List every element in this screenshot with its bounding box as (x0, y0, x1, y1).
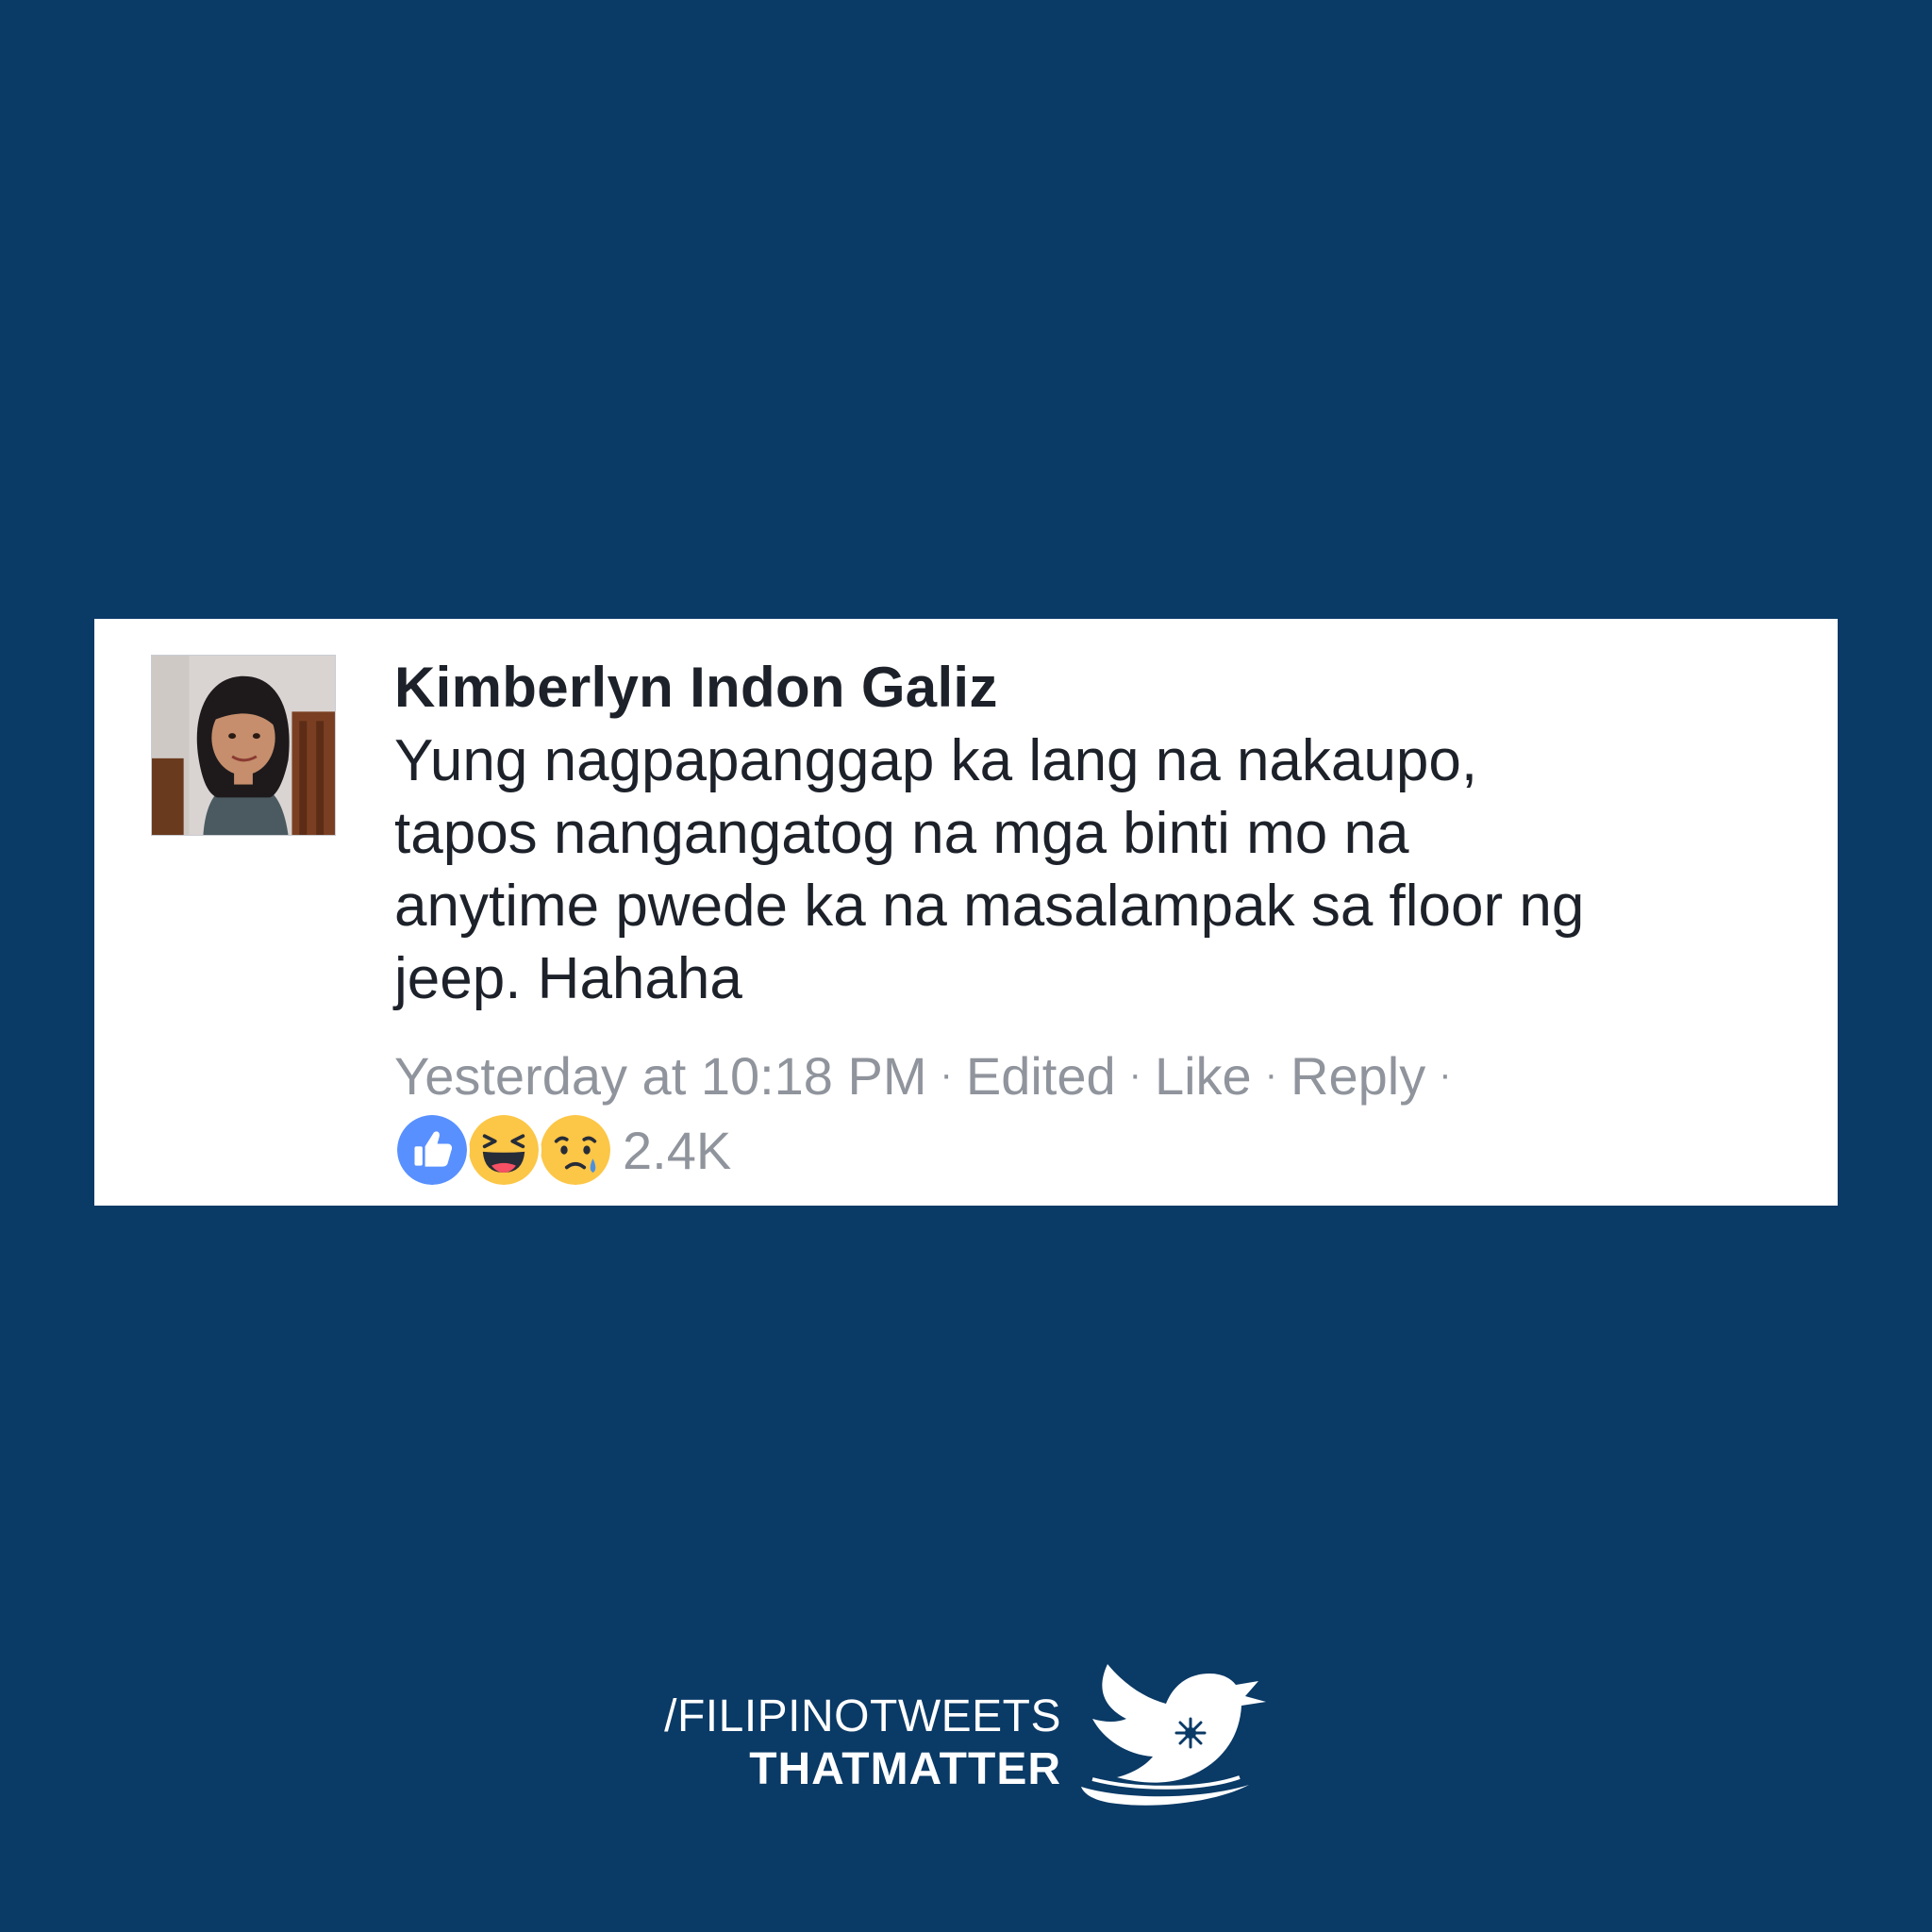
brand-name-line1: /FILIPINOTWEETS (664, 1691, 1061, 1741)
bird-icon (1081, 1664, 1266, 1806)
reaction-count[interactable]: 2.4K (623, 1120, 731, 1181)
comment-body: Yung nagpapanggap ka lang na nakaupo, ta… (394, 724, 1809, 1015)
comment-author-name[interactable]: Kimberlyn Indon Galiz (394, 653, 1809, 723)
profile-photo (152, 656, 335, 835)
comment-body-line: Yung nagpapanggap ka lang na nakaupo, (394, 728, 1478, 793)
reply-link[interactable]: Reply (1291, 1046, 1425, 1106)
sad-reaction-icon (538, 1112, 613, 1188)
comment-content: Kimberlyn Indon Galiz Yung nagpapanggap … (394, 653, 1809, 1189)
reactions-summary[interactable]: 2.4K (394, 1111, 1809, 1189)
like-link[interactable]: Like (1155, 1046, 1252, 1106)
comment-card: Kimberlyn Indon Galiz Yung nagpapanggap … (94, 619, 1838, 1206)
comment-body-line: jeep. Hahaha (394, 946, 742, 1011)
separator-dot: · (1439, 1054, 1452, 1095)
brand-name-line2: THATMATTER (749, 1744, 1061, 1794)
separator-dot: · (940, 1054, 953, 1095)
edited-label[interactable]: Edited (966, 1046, 1116, 1106)
avatar[interactable] (151, 655, 336, 836)
comment-meta: Yesterday at 10:18 PM · Edited · Like · Reply · (394, 1043, 1809, 1108)
branding: /FILIPINOTWEETS THATMATTER (651, 1664, 1311, 1823)
comment-body-line: tapos nangangatog na mga binti mo na (394, 801, 1409, 866)
separator-dot: · (1264, 1054, 1278, 1095)
comment-timestamp[interactable]: Yesterday at 10:18 PM (394, 1046, 927, 1106)
comment-body-line: anytime pwede ka na masalampak sa floor … (394, 874, 1585, 939)
like-reaction-icon (394, 1112, 470, 1188)
separator-dot: · (1128, 1054, 1141, 1095)
haha-reaction-icon (466, 1112, 541, 1188)
